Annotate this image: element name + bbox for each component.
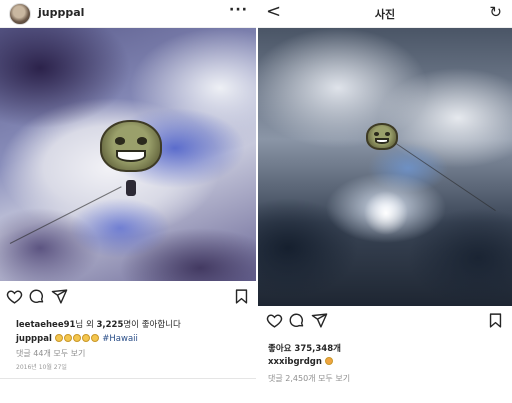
post-date: 2016년 10월 27일 [16, 364, 67, 371]
post-photo[interactable] [0, 28, 256, 281]
chute-eye [136, 137, 148, 146]
post-actions [0, 288, 256, 310]
chute-mouth [115, 149, 147, 163]
smiley-parasail-image [100, 120, 162, 172]
bookmark-icon[interactable] [487, 312, 504, 333]
left-instagram-post: jupppal ··· leetaehee91님 외 3,225명이 좋아합니다… [0, 0, 256, 403]
heart-icon[interactable] [6, 288, 23, 309]
post-caption: jupppal #Hawaii [16, 334, 138, 344]
right-instagram-post: < 사진 ↻ 좋아요 375,348개 xxxibgrdgn 댓글 2,450개… [258, 0, 512, 403]
smiley-parasail-image [366, 123, 398, 150]
emoji-icon [90, 334, 99, 342]
likes-mid-text: 님 외 [75, 320, 97, 330]
post-caption: xxxibgrdgn [268, 357, 334, 367]
caption-username[interactable]: jupppal [16, 334, 52, 344]
likes-count[interactable]: 3,225 [96, 320, 123, 330]
emoji-icon [72, 334, 81, 342]
view-comments-link[interactable]: 댓글 44개 모두 보기 [16, 348, 85, 359]
emoji-icon [324, 357, 333, 365]
avatar[interactable] [9, 3, 31, 25]
tow-line [9, 186, 122, 244]
post-username[interactable]: jupppal [38, 6, 84, 19]
share-icon[interactable] [51, 288, 68, 309]
tow-line [395, 143, 496, 212]
chute-eye [384, 132, 390, 137]
more-icon[interactable]: ··· [229, 2, 248, 18]
hashtag-link[interactable]: #Hawaii [102, 334, 138, 344]
chute-eye [374, 132, 380, 137]
likes-suffix: 명이 좋아합니다 [123, 320, 181, 330]
emoji-icon [63, 334, 72, 342]
likes-username[interactable]: leetaehee91 [16, 320, 75, 330]
post-header: jupppal ··· [0, 0, 256, 28]
emoji-icon [54, 334, 63, 342]
heart-icon[interactable] [266, 312, 283, 333]
comment-icon[interactable] [28, 288, 45, 309]
chute-eye [114, 137, 126, 146]
post-photo[interactable] [258, 28, 512, 306]
post-actions [258, 312, 512, 334]
divider [0, 378, 256, 379]
chute-mouth [374, 138, 390, 145]
share-icon[interactable] [311, 312, 328, 333]
likes-line: leetaehee91님 외 3,225명이 좋아합니다 [16, 318, 181, 330]
photo-nav-header: < 사진 ↻ [258, 0, 512, 28]
refresh-icon[interactable]: ↻ [489, 3, 502, 21]
parasail-riders [126, 180, 136, 196]
comment-icon[interactable] [288, 312, 305, 333]
view-comments-link[interactable]: 댓글 2,450개 모두 보기 [268, 373, 350, 384]
emoji-icon [81, 334, 90, 342]
nav-title: 사진 [374, 8, 396, 21]
bookmark-icon[interactable] [233, 288, 250, 309]
likes-line[interactable]: 좋아요 375,348개 [268, 342, 341, 354]
caption-username[interactable]: xxxibgrdgn [268, 357, 322, 367]
caption-emojis [54, 334, 103, 344]
